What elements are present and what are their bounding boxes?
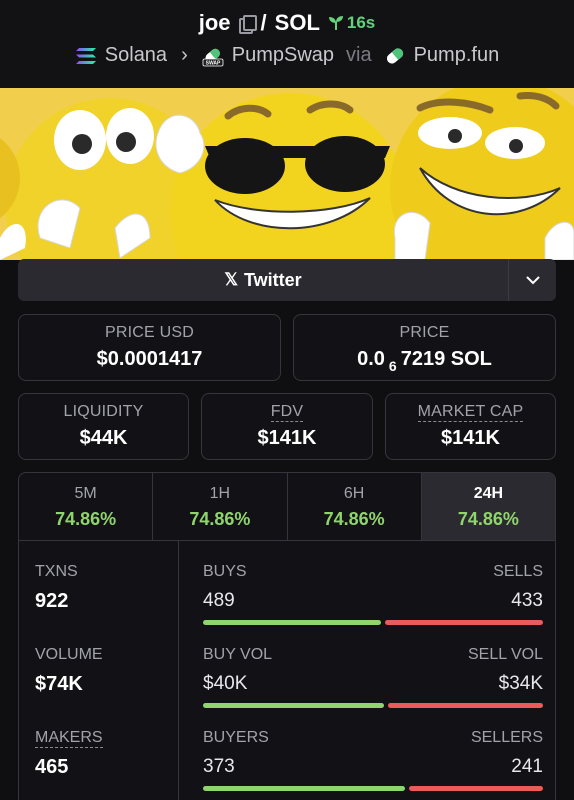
trading-stats-panel: 5M 74.86% 1H 74.86% 6H 74.86% 24H 74.86%… — [18, 472, 556, 800]
age-value: 16s — [346, 13, 376, 32]
liquidity-label: LIQUIDITY — [63, 403, 144, 420]
tab-label: 5M — [74, 485, 97, 502]
market-cap-label: MARKET CAP — [417, 403, 524, 422]
price-native-label: PRICE — [399, 324, 450, 341]
social-links-bar: 𝕏 Twitter — [18, 259, 556, 301]
makers-split: BUYERS SELLERS 373 241 — [203, 729, 543, 791]
volume-metric: VOLUME $74K — [35, 646, 103, 696]
price-prefix: 0.0 — [357, 348, 385, 370]
pair-age: 16s — [328, 13, 375, 33]
volume-bar — [203, 703, 543, 708]
price-suffix: 7219 SOL — [400, 348, 492, 370]
buy-bar-fill — [203, 620, 382, 625]
price-usd-value: $0.0001417 — [96, 348, 203, 370]
price-usd-card: PRICE USD $0.0001417 — [18, 314, 281, 381]
pumpswap-icon: SWAP — [202, 48, 224, 66]
buy-bar-fill — [203, 786, 405, 791]
svg-text:SWAP: SWAP — [205, 60, 220, 66]
price-native-card: PRICE 0.0 6 7219 SOL — [293, 314, 556, 381]
chevron-down-icon — [526, 276, 539, 284]
makers-label: MAKERS — [35, 729, 103, 748]
fdv-label: FDV — [270, 403, 304, 422]
sellers-value: 241 — [511, 756, 543, 777]
pair-header: joe / SOL 16s Solana › SWAP PumpSwap via… — [0, 0, 574, 88]
market-cap-value: $141K — [441, 427, 500, 449]
tab-change: 74.86% — [323, 509, 385, 529]
buy-vol-value: $40K — [203, 673, 248, 694]
sprout-icon — [328, 16, 343, 30]
makers-value: 465 — [35, 756, 69, 778]
totals-column: TXNS 922 VOLUME $74K MAKERS 465 — [19, 541, 179, 800]
tab-change: 74.86% — [55, 509, 117, 529]
txns-value: 922 — [35, 590, 69, 612]
launchpad-link[interactable]: Pump.fun — [414, 44, 500, 67]
price-zero-count: 6 — [388, 358, 397, 374]
volume-split: BUY VOL SELL VOL $40K $34K — [203, 646, 543, 708]
tab-1h[interactable]: 1H 74.86% — [153, 473, 288, 540]
buys-value: 489 — [203, 590, 235, 611]
sell-vol-value: $34K — [498, 673, 543, 694]
twitter-button[interactable]: 𝕏 Twitter — [18, 259, 508, 301]
chain-link[interactable]: Solana — [105, 44, 167, 67]
token-symbol[interactable]: joe — [199, 10, 231, 36]
tab-6h[interactable]: 6H 74.86% — [288, 473, 422, 540]
liquidity-card: LIQUIDITY $44K — [18, 393, 189, 460]
buy-vol-label: BUY VOL — [203, 646, 273, 663]
via-label: via — [346, 44, 372, 66]
chevron-right-icon: › — [181, 44, 188, 66]
pumpfun-icon — [386, 47, 403, 64]
solana-icon — [75, 47, 96, 64]
makers-bar — [203, 786, 543, 791]
twitter-label: Twitter — [244, 269, 302, 290]
tab-24h[interactable]: 24H 74.86% — [421, 473, 555, 540]
dex-link[interactable]: PumpSwap — [232, 44, 334, 67]
tab-label: 24H — [473, 485, 504, 502]
fdv-card[interactable]: FDV $141K — [201, 393, 373, 460]
copy-icon[interactable] — [238, 15, 257, 34]
pair-title: joe / SOL 16s — [0, 10, 574, 36]
tab-5m[interactable]: 5M 74.86% — [19, 473, 154, 540]
txns-metric: TXNS 922 — [35, 563, 78, 613]
buy-bar-fill — [203, 703, 385, 708]
sells-value: 433 — [511, 590, 543, 611]
token-banner-image — [0, 88, 574, 260]
tab-change: 74.86% — [457, 509, 519, 529]
tab-label: 6H — [343, 485, 365, 502]
price-native-value: 0.0 6 7219 SOL — [294, 348, 555, 374]
tab-change: 74.86% — [189, 509, 251, 529]
x-logo-icon: 𝕏 — [224, 270, 239, 289]
pair-separator: / — [260, 10, 267, 35]
breadcrumb: Solana › SWAP PumpSwap via Pump.fun — [0, 44, 574, 67]
timeframe-tabs: 5M 74.86% 1H 74.86% 6H 74.86% 24H 74.86% — [19, 473, 555, 541]
buys-label: BUYS — [203, 563, 247, 580]
fdv-value: $141K — [257, 427, 317, 449]
buyers-label: BUYERS — [203, 729, 269, 746]
sell-bar-fill — [408, 786, 543, 791]
sells-label: SELLS — [493, 563, 543, 580]
liquidity-value: $44K — [79, 427, 128, 449]
sellers-label: SELLERS — [470, 729, 543, 746]
txns-label: TXNS — [35, 563, 78, 580]
tab-label: 1H — [209, 485, 231, 502]
banner-art — [0, 88, 574, 260]
sell-bar-fill — [388, 703, 543, 708]
sell-vol-label: SELL VOL — [467, 646, 543, 663]
volume-label: VOLUME — [35, 646, 103, 663]
sell-bar-fill — [385, 620, 543, 625]
buys-sells-split: BUYS SELLS 489 433 — [203, 563, 543, 625]
volume-value: $74K — [35, 673, 83, 695]
price-usd-label: PRICE USD — [105, 324, 194, 341]
buys-sells-bar — [203, 620, 543, 625]
quote-symbol: SOL — [274, 10, 320, 35]
makers-metric[interactable]: MAKERS 465 — [35, 729, 103, 779]
buyers-value: 373 — [203, 756, 235, 777]
social-dropdown-toggle[interactable] — [508, 259, 556, 301]
market-cap-card[interactable]: MARKET CAP $141K — [385, 393, 556, 460]
